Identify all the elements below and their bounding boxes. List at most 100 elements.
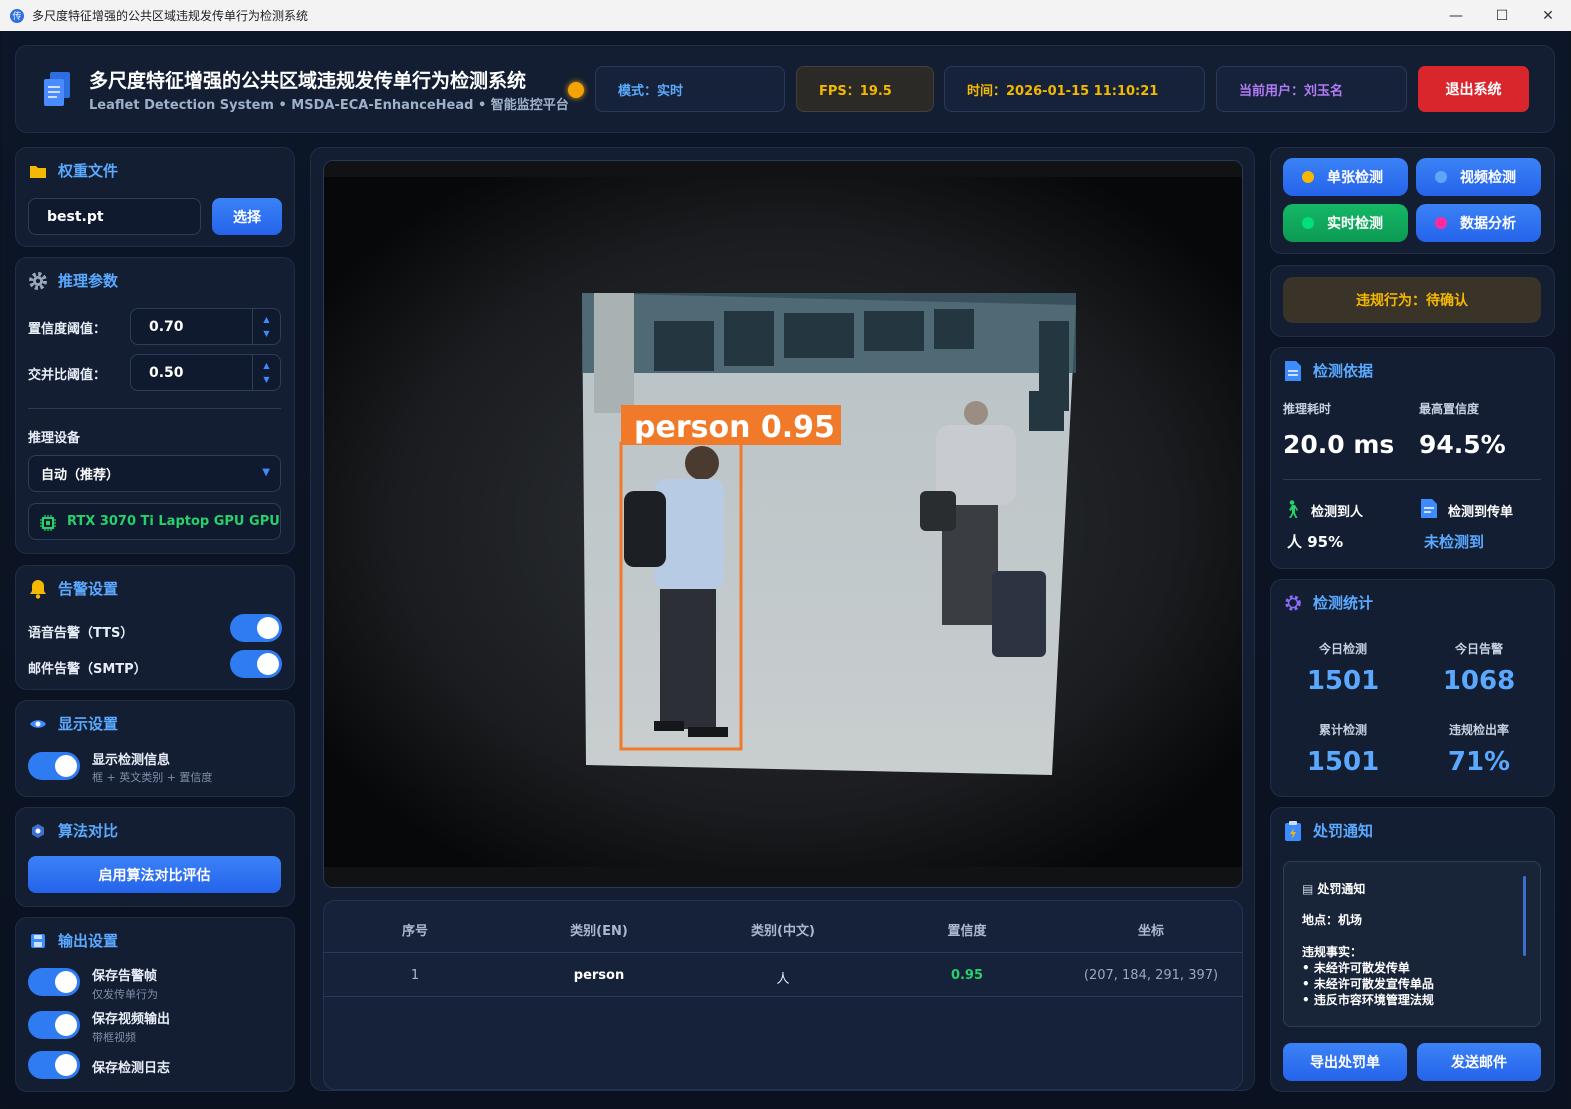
notice-heading: ▤ 处罚通知 (1302, 880, 1365, 897)
export-penalty-button[interactable]: 导出处罚单 (1283, 1043, 1407, 1081)
mode-panel: 单张检测 视频检测 实时检测 数据分析 (1270, 147, 1555, 254)
max-conf-label: 最高置信度 (1419, 402, 1480, 416)
folder-icon (28, 161, 48, 181)
penalty-title: 处罚通知 (1313, 822, 1374, 840)
notice-facts-title: 违规事实： (1302, 945, 1363, 959)
mail-toggle[interactable] (230, 650, 282, 678)
compare-panel: 算法对比 启用算法对比评估 (15, 807, 295, 907)
inference-panel: 推理参数 置信度阈值： 0.70 ▲ ▼ 交并比阈值： 0.50 ▲ ▼ 推理设备 … (15, 257, 295, 554)
row-divider (323, 996, 1243, 997)
save-alarm-frames-toggle[interactable] (28, 968, 80, 996)
device-select[interactable]: 自动（推荐） ▼ (28, 455, 281, 492)
save-log-toggle[interactable] (28, 1051, 80, 1079)
alarm-title: 告警设置 (58, 580, 119, 598)
gear-icon (28, 271, 48, 291)
gpu-info: RTX 3070 Ti Laptop GPU GPU (28, 503, 281, 540)
main-view-panel: person 0.95 序号 类别(EN) 类别(中文) 置信度 坐标 1 pe… (310, 147, 1255, 1091)
basis-panel: 检测依据 推理耗时 20.0 ms 最高置信度 94.5% 检测到人 人 95%… (1270, 347, 1555, 569)
penalty-notice-box[interactable]: ▤ 处罚通知 地点：机场 违规事实： • 未经许可散发传单 • 未经许可散发宣传单… (1283, 861, 1541, 1027)
display-title: 显示设置 (58, 715, 119, 733)
save-log-label: 保存检测日志 (92, 1061, 171, 1076)
single-detect-button[interactable]: 单张检测 (1283, 158, 1408, 196)
col-header-index: 序号 (401, 924, 428, 939)
eye-icon (28, 714, 48, 734)
alarm-panel: 告警设置 语音告警（TTS） 邮件告警（SMTP） (15, 565, 295, 690)
enable-compare-button[interactable]: 启用算法对比评估 (28, 856, 281, 893)
cell-index: 1 (410, 968, 420, 983)
realtime-detect-button[interactable]: 实时检测 (1283, 204, 1408, 242)
person-detected-label: 检测到人 (1311, 505, 1364, 520)
video-display: person 0.95 (323, 160, 1243, 888)
penalty-panel: 处罚通知 ▤ 处罚通知 地点：机场 违规事实： • 未经许可散发传单 • 未经许可… (1270, 807, 1555, 1092)
show-info-sub: 框 + 英文类别 + 置信度 (92, 771, 213, 784)
save-alarm-frames-sub: 仅发传单行为 (92, 988, 158, 1001)
weights-panel: 权重文件 best.pt 选择 (15, 147, 295, 247)
col-header-conf: 置信度 (947, 924, 987, 939)
violation-status: 违规行为：待确认 (1283, 277, 1541, 323)
app-root: 多尺度特征增强的公共区域违规发传单行为检测系统 Leaflet Detectio… (1, 31, 1569, 1107)
conf-value: 0.70 (149, 318, 184, 335)
col-header-coords: 坐标 (1137, 924, 1164, 939)
time-indicator: 时间：2026-01-15 11:10:21 (944, 66, 1205, 112)
iou-spinner[interactable]: ▲ ▼ (252, 355, 280, 390)
conf-input[interactable]: 0.70 ▲ ▼ (130, 308, 281, 345)
save-icon (28, 931, 48, 951)
header-bar: 多尺度特征增强的公共区域违规发传单行为检测系统 Leaflet Detectio… (15, 45, 1555, 133)
send-email-button[interactable]: 发送邮件 (1417, 1043, 1541, 1081)
minimize-button[interactable]: — (1433, 0, 1479, 31)
exit-button[interactable]: 退出系统 (1418, 66, 1529, 112)
divider (28, 408, 281, 409)
chevron-down-icon: ▼ (262, 467, 270, 478)
app-subtitle: Leaflet Detection System • MSDA-ECA-Enha… (89, 98, 569, 113)
display-panel: 显示设置 显示检测信息 框 + 英文类别 + 置信度 (15, 700, 295, 797)
leaflet-detected-value: 未检测到 (1424, 533, 1485, 551)
video-detect-button[interactable]: 视频检测 (1416, 158, 1541, 196)
detection-label: person 0.95 (634, 410, 835, 445)
weights-file-input[interactable]: best.pt (28, 198, 201, 235)
cell-conf: 0.95 (950, 968, 984, 983)
fps-indicator: FPS：19.5 (796, 66, 934, 112)
output-title: 输出设置 (58, 932, 119, 950)
violation-rate-label: 违规检出率 (1448, 723, 1509, 737)
pink-dot-icon (1435, 217, 1447, 229)
save-video-output-toggle[interactable] (28, 1011, 80, 1039)
conf-spinner[interactable]: ▲ ▼ (252, 309, 280, 344)
weights-title: 权重文件 (58, 162, 119, 180)
device-value: 自动（推荐） (41, 468, 120, 483)
scrollbar[interactable] (1523, 876, 1526, 956)
select-weights-button[interactable]: 选择 (212, 198, 282, 235)
show-info-toggle[interactable] (28, 752, 80, 780)
total-detect-label: 累计检测 (1318, 723, 1367, 737)
data-analysis-label: 数据分析 (1460, 216, 1516, 232)
col-header-class-en: 类别(EN) (570, 924, 628, 939)
divider (1283, 479, 1541, 480)
realtime-detect-label: 实时检测 (1327, 216, 1383, 232)
mail-label: 邮件告警（SMTP） (28, 662, 147, 677)
bell-icon (28, 579, 48, 599)
person-detected-value: 人 95% (1287, 533, 1344, 551)
current-user: 当前用户：刘玉名 (1216, 66, 1407, 112)
clipboard-icon (1283, 820, 1303, 841)
basis-title: 检测依据 (1313, 362, 1374, 380)
inference-title: 推理参数 (58, 272, 119, 290)
maximize-button[interactable]: ☐ (1479, 0, 1525, 31)
today-alarm-value: 1068 (1442, 666, 1516, 696)
leaflet-icon (1421, 499, 1437, 522)
gpu-name: RTX 3070 Ti Laptop GPU GPU (67, 514, 280, 529)
iou-label: 交并比阈值： (28, 368, 107, 383)
close-window-button[interactable]: ✕ (1525, 0, 1571, 31)
data-analysis-button[interactable]: 数据分析 (1416, 204, 1541, 242)
today-detect-label: 今日检测 (1318, 642, 1367, 656)
col-header-class-cn: 类别(中文) (751, 924, 815, 939)
app-title: 多尺度特征增强的公共区域违规发传单行为检测系统 (89, 70, 527, 92)
green-dot-icon (1302, 217, 1314, 229)
today-alarm-label: 今日告警 (1454, 642, 1503, 656)
tts-toggle[interactable] (230, 614, 282, 642)
single-detect-label: 单张检测 (1327, 170, 1383, 186)
blue-dot-icon (1435, 171, 1447, 183)
iou-input[interactable]: 0.50 ▲ ▼ (130, 354, 281, 391)
compare-title: 算法对比 (58, 822, 119, 840)
output-panel: 输出设置 保存告警帧 仅发传单行为 保存视频输出 带框视频 保存检测日志 (15, 917, 295, 1092)
cell-class-en: person (573, 968, 625, 983)
tts-label: 语音告警（TTS） (28, 626, 134, 641)
